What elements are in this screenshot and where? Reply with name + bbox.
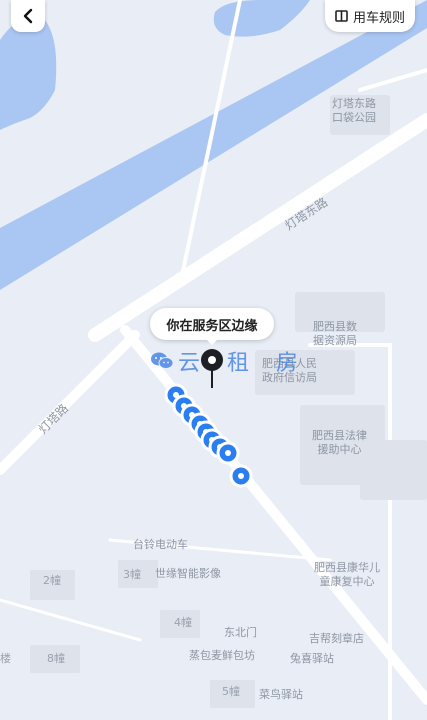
watermark: 云 租 房 (150, 346, 308, 376)
vehicle-marker-icon[interactable] (229, 464, 253, 488)
poi-north-gate: 东北门 (224, 626, 257, 639)
rules-label: 用车规则 (352, 10, 405, 26)
poi-legal-aid: 肥西县法律 援助中心 (312, 429, 367, 456)
watermark-text: 云 租 房 (178, 351, 308, 376)
chevron-left-icon (23, 8, 33, 24)
building-label-4: 4幢 (174, 616, 192, 629)
block-right (360, 440, 427, 500)
poi-data-bureau: 肥西县数 据资源局 (313, 320, 357, 347)
wechat-icon (151, 352, 174, 369)
poi-photo-studio: 世缘智能影像 (155, 567, 221, 580)
poi-dealer: 台铃电动车 (133, 538, 188, 551)
building-label-8: 8幢 (47, 652, 65, 665)
service-area-edge-bubble: 你在服务区边缘 (150, 308, 274, 345)
vehicle-marker-icon[interactable] (216, 441, 240, 465)
poi-stamp-shop: 吉帮刻章店 (309, 632, 364, 645)
poi-bakery: 蒸包麦鲜包坊 (189, 649, 255, 662)
back-button[interactable] (11, 0, 45, 32)
rules-button[interactable]: 用车规则 (324, 0, 415, 32)
building-label-5: 5幢 (222, 685, 240, 698)
poi-children-center: 肥西县康华儿 童康复中心 (314, 561, 380, 588)
poi-post-2: 菜鸟驿站 (259, 688, 303, 701)
building-label-edge: 楼 (0, 652, 11, 665)
poi-park: 灯塔东路 口袋公园 (332, 97, 376, 124)
building-label-2: 2幢 (43, 574, 61, 587)
poi-post-1: 兔喜驿站 (290, 652, 334, 665)
book-icon (335, 10, 348, 22)
building-label-3: 3幢 (123, 568, 141, 581)
